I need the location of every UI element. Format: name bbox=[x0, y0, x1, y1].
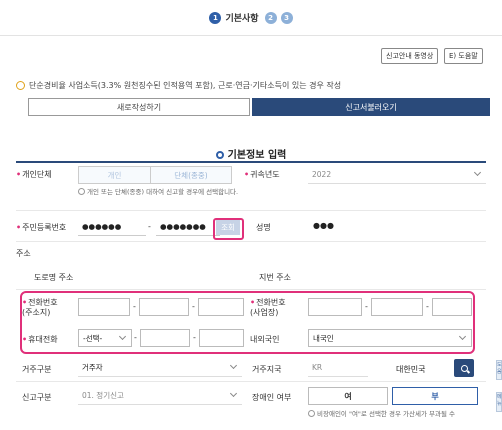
group-option[interactable]: 단체(종중) bbox=[150, 166, 232, 184]
section-title: 기본정보 입력 bbox=[0, 146, 502, 161]
info-icon bbox=[308, 410, 315, 417]
load-report-button[interactable]: 신고서불러오기 bbox=[252, 98, 490, 116]
guide-area: 신고안내 동영상 E) 도움말 단순경비율 사업소득(3.3% 원천징수된 인적… bbox=[0, 36, 502, 130]
highlight-phone-fields bbox=[20, 291, 475, 354]
lot-address-label: 지번 주소 bbox=[259, 273, 291, 282]
row-address: 도로명 주소 지번 주소 bbox=[16, 262, 486, 290]
side-tab-menu[interactable]: 메뉴 bbox=[496, 392, 502, 412]
rrn-back-input[interactable]: ●●●●●●● bbox=[156, 218, 220, 236]
step-2-badge[interactable]: 2 bbox=[264, 11, 277, 24]
chevron-down-icon bbox=[473, 168, 482, 177]
country-search-button[interactable] bbox=[454, 359, 474, 377]
chevron-down-icon bbox=[229, 361, 238, 370]
step-1-badge: 1 bbox=[209, 11, 222, 24]
disability-no-button[interactable]: 부 bbox=[392, 387, 478, 405]
rrn-front-input[interactable]: ●●●●●● bbox=[78, 218, 146, 236]
side-tab-help[interactable]: 도움 bbox=[496, 360, 502, 380]
rrn-dash: - bbox=[148, 222, 151, 231]
step-1-label: 기본사항 bbox=[225, 14, 259, 24]
name-value: ●●● bbox=[313, 221, 334, 230]
row-residency: 거주구분 거주자 거주지국 KR 대한민국 bbox=[16, 356, 486, 382]
disability-yes-button[interactable]: 여 bbox=[308, 387, 388, 405]
row-address-title: 주소 bbox=[16, 244, 486, 262]
road-address-label: 도로명 주소 bbox=[34, 273, 74, 282]
step-3-badge[interactable]: 3 bbox=[280, 11, 293, 24]
individual-label: •개인단체 bbox=[16, 170, 52, 179]
notice: 단순경비율 사업소득(3.3% 원천징수된 인적용역 포함), 근로·연금·기타… bbox=[16, 80, 341, 91]
row-filing-type: 신고구분 01. 정기신고 장애인 여부 여 부 비장애인이 "여"로 선택한 … bbox=[16, 384, 486, 428]
filing-type-label: 신고구분 bbox=[22, 393, 52, 402]
residency-label: 거주구분 bbox=[22, 365, 52, 374]
video-guide-button[interactable]: 신고안내 동영상 bbox=[381, 48, 439, 64]
info-icon bbox=[78, 188, 85, 195]
notice-text: 단순경비율 사업소득(3.3% 원천징수된 인적용역 포함), 근로·연금·기타… bbox=[29, 81, 342, 90]
disability-hint: 비장애인이 "여"로 선택한 경우 가산세가 부과될 수 bbox=[308, 410, 486, 419]
residence-country-label: 거주지국 bbox=[252, 365, 282, 374]
new-write-button[interactable]: 새로작성하기 bbox=[28, 98, 250, 116]
section-bullet-icon bbox=[215, 151, 224, 159]
year-label: •귀속년도 bbox=[244, 170, 280, 179]
individual-hint: 개인 또는 단체(종중) 대하여 신고할 경우에 선택합니다. bbox=[78, 188, 248, 197]
help-button[interactable]: E) 도움말 bbox=[444, 48, 483, 64]
name-label: 성명 bbox=[256, 223, 271, 232]
residency-select[interactable]: 거주자 bbox=[78, 359, 242, 377]
info-circle-icon bbox=[16, 81, 25, 90]
year-select[interactable]: 2022 bbox=[308, 166, 486, 184]
disability-label: 장애인 여부 bbox=[252, 393, 292, 402]
row-rrn-name: •주민등록번호 ●●●●●● - ●●●●●●● 조회 성명 ●●● bbox=[16, 214, 486, 242]
search-icon bbox=[460, 364, 468, 372]
individual-option[interactable]: 개인 bbox=[78, 166, 150, 184]
step-indicator: 1 기본사항 2 3 bbox=[0, 0, 502, 36]
address-label: 주소 bbox=[16, 249, 31, 258]
filing-type-select[interactable]: 01. 정기신고 bbox=[78, 387, 242, 405]
row-individual-year: •개인단체 개인 단체(종중) 개인 또는 단체(종중) 대하여 신고할 경우에… bbox=[16, 163, 486, 211]
chevron-down-icon bbox=[229, 389, 238, 398]
residence-country-code: KR bbox=[308, 359, 368, 377]
residence-country-name: 대한민국 bbox=[396, 365, 426, 374]
rrn-label: •주민등록번호 bbox=[16, 223, 67, 232]
highlight-rrn-check bbox=[213, 218, 244, 240]
